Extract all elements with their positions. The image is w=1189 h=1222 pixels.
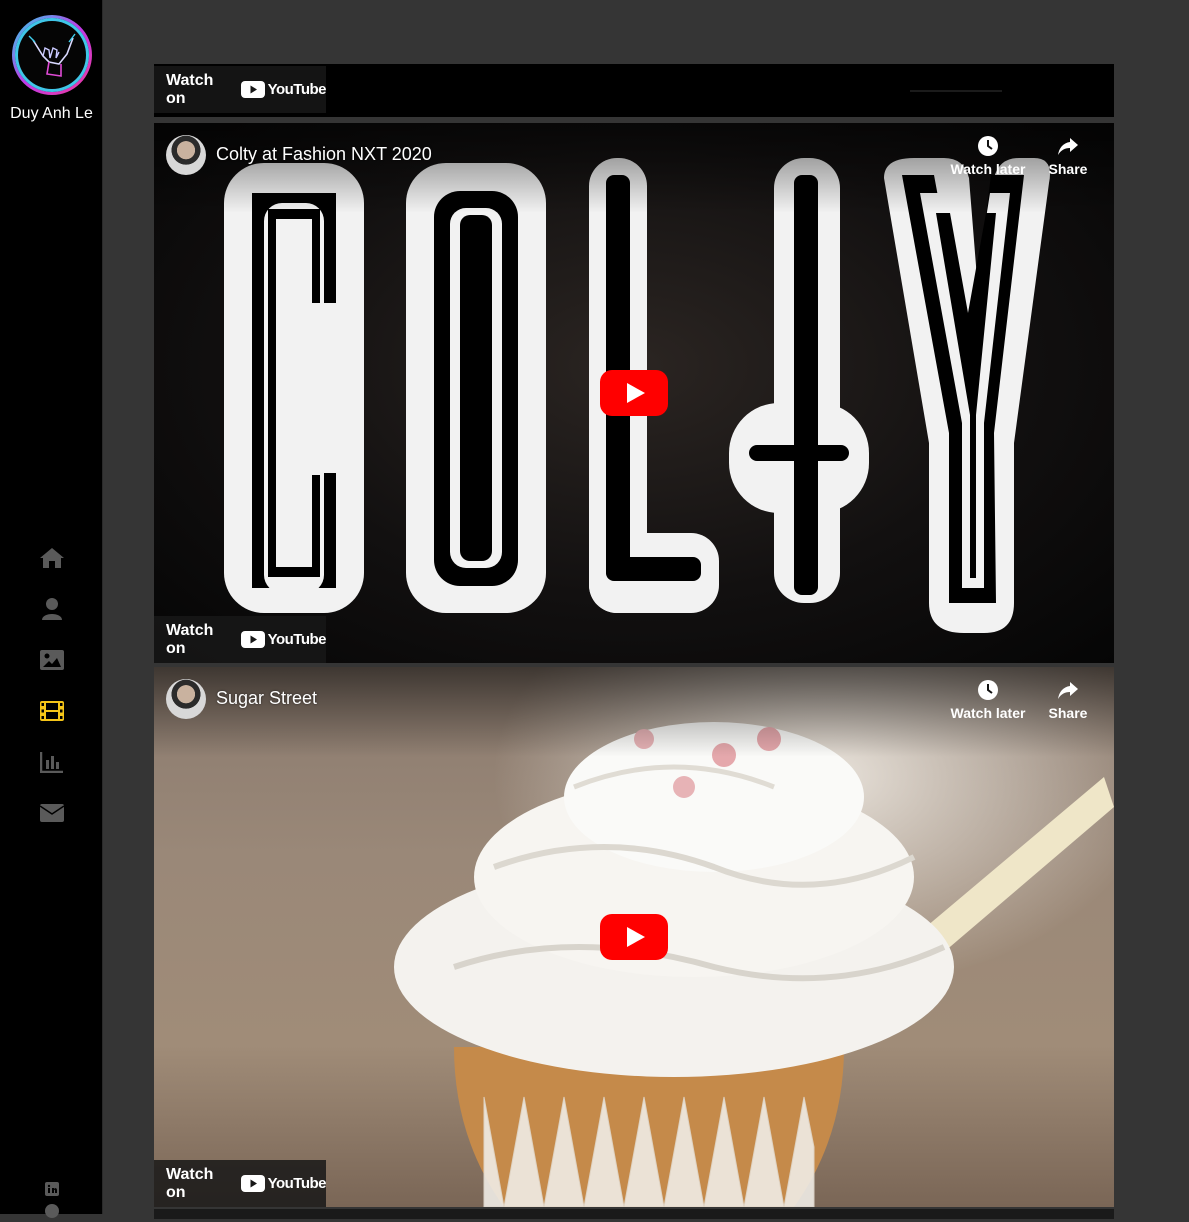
watch-on-youtube-button[interactable]: Watch on YouTube (154, 66, 327, 113)
youtube-logo: YouTube (240, 81, 327, 98)
video-embed-2[interactable]: Colty at Fashion NXT 2020 Watch later Sh… (154, 123, 1114, 663)
sidebar: Duy Anh Le (0, 0, 103, 1218)
channel-avatar[interactable] (166, 679, 206, 719)
play-button-icon[interactable] (600, 370, 668, 416)
site-logo-avatar[interactable] (12, 15, 92, 95)
youtube-wordmark: YouTube (267, 81, 327, 98)
watch-later-button[interactable]: Watch later (948, 679, 1028, 721)
video-embed-3[interactable]: Sugar Street Watch later Share Watch on … (154, 667, 1114, 1207)
chart-icon (39, 751, 63, 773)
linkedin-icon (44, 1182, 59, 1196)
youtube-wordmark: YouTube (267, 1175, 327, 1192)
channel-avatar[interactable] (166, 135, 206, 175)
share-arrow-icon (1058, 682, 1078, 699)
image-icon (39, 649, 64, 670)
watch-on-label: Watch on (166, 1165, 214, 1201)
play-button-icon[interactable] (600, 914, 668, 960)
envelope-icon (39, 803, 64, 822)
share-label: Share (1048, 161, 1088, 177)
social-links (0, 1178, 103, 1222)
nav-item-videos[interactable] (0, 685, 103, 736)
video-embed-4[interactable] (154, 1209, 1114, 1219)
youtube-play-icon (240, 1175, 265, 1192)
watch-later-button[interactable]: Watch later (948, 135, 1028, 177)
nav-item-skills[interactable] (0, 736, 103, 787)
nav-item-contact[interactable] (0, 787, 103, 838)
watch-later-label: Watch later (950, 161, 1026, 177)
youtube-play-icon (240, 81, 265, 98)
github-icon (44, 1204, 59, 1218)
watch-on-label: Watch on (166, 71, 214, 107)
github-link[interactable] (0, 1200, 103, 1222)
film-icon (39, 700, 64, 721)
share-button[interactable]: Share (1028, 679, 1108, 721)
video-embed-1[interactable]: Watch on YouTube (154, 64, 1114, 117)
site-name[interactable]: Duy Anh Le (0, 105, 103, 123)
watch-on-youtube-button[interactable]: Watch on YouTube (154, 616, 327, 663)
youtube-play-icon (240, 631, 265, 648)
watch-later-label: Watch later (950, 705, 1026, 721)
video-title[interactable]: Colty at Fashion NXT 2020 (216, 144, 432, 165)
user-icon (41, 597, 62, 620)
watch-on-label: Watch on (166, 621, 214, 657)
home-icon (39, 547, 64, 568)
progress-strip (910, 90, 1002, 92)
youtube-logo: YouTube (240, 631, 327, 648)
youtube-wordmark: YouTube (267, 631, 327, 648)
clock-icon (978, 680, 998, 700)
shaka-hand-icon (28, 33, 76, 77)
nav-item-home[interactable] (0, 532, 103, 583)
watch-on-youtube-button[interactable]: Watch on YouTube (154, 1160, 327, 1207)
sidebar-nav (0, 532, 103, 838)
video-title[interactable]: Sugar Street (216, 688, 317, 709)
clock-icon (978, 136, 998, 156)
share-button[interactable]: Share (1028, 135, 1108, 177)
share-label: Share (1048, 705, 1088, 721)
nav-item-about[interactable] (0, 583, 103, 634)
nav-item-gallery[interactable] (0, 634, 103, 685)
share-arrow-icon (1058, 138, 1078, 155)
linkedin-link[interactable] (0, 1178, 103, 1200)
youtube-logo: YouTube (240, 1175, 327, 1192)
